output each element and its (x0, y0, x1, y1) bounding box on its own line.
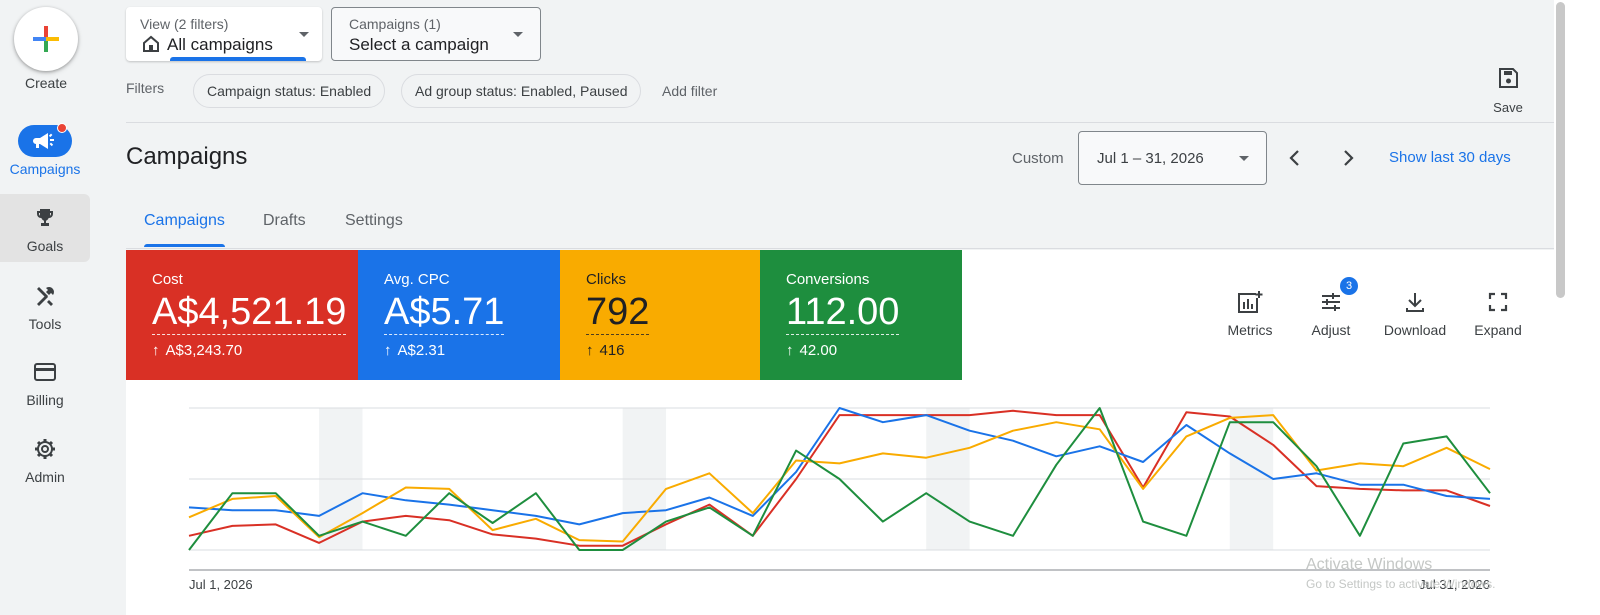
windows-activation-watermark: Activate Windows (1306, 556, 1433, 573)
scorecard-conversions[interactable]: Conversions 112.00 ↑ 42.00 (760, 250, 962, 380)
megaphone-icon (33, 133, 54, 149)
scorecard-delta-value: 416 (599, 342, 625, 359)
left-nav-rail: Create Campaigns Goals Tools Billing Adm… (0, 0, 92, 615)
rail-item-label: Tools (28, 316, 62, 332)
rail-item-billing[interactable]: Billing (0, 348, 90, 416)
tab-settings[interactable]: Settings (345, 212, 403, 230)
chevron-right-icon[interactable] (1336, 146, 1360, 170)
arrow-up-icon: ↑ (786, 342, 794, 359)
arrow-up-icon: ↑ (384, 342, 392, 359)
scrollbar-thumb[interactable] (1556, 2, 1565, 298)
chevron-down-icon (299, 32, 309, 37)
scorecard-delta-value: A$3,243.70 (165, 342, 243, 359)
x-tick-label: Jul 1, 2026 (189, 577, 253, 592)
arrow-up-icon: ↑ (152, 342, 160, 359)
scorecard-value: 792 (586, 291, 650, 335)
scorecard-cost[interactable]: Cost A$4,521.19 ↑ A$3,243.70 (126, 250, 358, 380)
arrow-up-icon: ↑ (586, 342, 594, 359)
windows-activation-hint: Go to Settings to activate Windows. (1306, 577, 1496, 591)
date-range-value: Jul 1 – 31, 2026 (1097, 150, 1204, 167)
home-icon (143, 35, 159, 52)
filter-chip-ad-group-status[interactable]: Ad group status: Enabled, Paused (401, 74, 642, 108)
adjust-label: Adjust (1311, 322, 1351, 338)
filter-chip-campaign-status[interactable]: Campaign status: Enabled (193, 74, 386, 108)
tab-drafts[interactable]: Drafts (263, 212, 306, 230)
rail-item-label: Campaigns (9, 161, 81, 177)
save-label: Save (1493, 100, 1523, 115)
chevron-down-icon (513, 32, 523, 37)
divider (126, 122, 1554, 123)
scorecard-value: A$5.71 (384, 291, 505, 335)
rail-item-label: Billing (26, 392, 64, 408)
create-button[interactable] (14, 7, 78, 71)
rail-item-tools[interactable]: Tools (0, 272, 90, 340)
scorecard-delta: ↑ 416 (586, 342, 625, 359)
chevron-left-icon[interactable] (1283, 146, 1307, 170)
campaign-selector[interactable]: Campaigns (1) Select a campaign (331, 7, 541, 61)
create-label: Create (24, 75, 68, 91)
trophy-icon (37, 209, 53, 226)
scorecard-value: 112.00 (786, 291, 900, 335)
rail-item-label: Goals (26, 238, 64, 254)
date-preset-label: Custom (1012, 150, 1064, 167)
scorecard-delta: ↑ A$3,243.70 (152, 342, 242, 359)
scorecard-delta-value: 42.00 (799, 342, 838, 359)
metrics-label: Metrics (1227, 322, 1273, 338)
date-range-picker[interactable]: Jul 1 – 31, 2026 (1078, 131, 1267, 185)
show-last-30-days-link[interactable]: Show last 30 days (1389, 149, 1511, 166)
scorecard-value: A$4,521.19 (152, 291, 347, 335)
metrics-icon (1238, 291, 1263, 313)
active-tab-indicator (144, 244, 225, 247)
tools-icon (37, 287, 54, 306)
filters-label: Filters (126, 80, 165, 96)
expand-button[interactable]: Expand (1474, 290, 1522, 338)
view-selector-subtitle: View (2 filters) (140, 16, 229, 32)
metrics-button[interactable]: Metrics (1223, 290, 1277, 338)
scorecard-delta: ↑ 42.00 (786, 342, 837, 359)
scorecard-clicks[interactable]: Clicks 792 ↑ 416 (560, 250, 760, 380)
chevron-down-icon (1239, 156, 1249, 161)
add-filter-button[interactable]: Add filter (662, 83, 717, 99)
plus-icon (33, 26, 59, 52)
fullscreen-icon (1488, 292, 1508, 312)
campaign-selector-value: Select a campaign (349, 35, 489, 54)
scorecard-title: Avg. CPC (384, 271, 450, 288)
page-title: Campaigns (126, 143, 248, 170)
expand-label: Expand (1474, 322, 1522, 338)
tab-campaigns[interactable]: Campaigns (144, 212, 225, 230)
scorecard-avg-cpc[interactable]: Avg. CPC A$5.71 ↑ A$2.31 (358, 250, 560, 380)
view-selector[interactable]: View (2 filters) All campaigns (126, 7, 322, 61)
scorecard-delta-value: A$2.31 (397, 342, 446, 359)
rail-item-label: Admin (25, 469, 65, 485)
view-selector-underline (170, 57, 306, 61)
save-button[interactable]: Save (1478, 66, 1538, 115)
download-button[interactable]: Download (1381, 290, 1449, 338)
window-edge (1568, 0, 1600, 615)
adjust-count-badge: 3 (1340, 277, 1358, 295)
notification-dot (57, 123, 67, 133)
scorecard-title: Conversions (786, 271, 870, 288)
scorecard-title: Cost (152, 271, 183, 288)
tabs-divider (126, 248, 1554, 249)
rail-item-goals[interactable]: Goals (0, 194, 90, 262)
rail-item-admin[interactable]: Admin (0, 425, 90, 493)
download-label: Download (1383, 322, 1447, 338)
sliders-icon (1322, 293, 1340, 311)
download-icon (1406, 293, 1424, 312)
view-selector-value: All campaigns (167, 35, 273, 54)
gear-icon (35, 439, 55, 459)
credit-card-icon (34, 363, 56, 381)
scorecard-delta: ↑ A$2.31 (384, 342, 445, 359)
save-icon (1499, 68, 1518, 88)
rail-item-campaigns[interactable]: Campaigns (0, 118, 90, 186)
scorecard-title: Clicks (586, 271, 626, 288)
adjust-button[interactable]: Adjust (1308, 290, 1354, 338)
campaign-selector-subtitle: Campaigns (1) (349, 16, 441, 32)
